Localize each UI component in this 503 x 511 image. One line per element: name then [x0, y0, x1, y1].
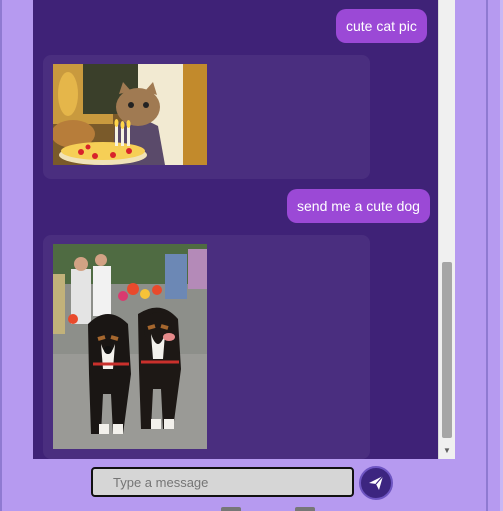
user-message-text: send me a cute dog	[297, 198, 420, 214]
bot-image-card	[43, 55, 370, 179]
cat-image	[53, 64, 207, 165]
cat-photo[interactable]	[53, 64, 207, 165]
scrollbar-thumb[interactable]	[442, 262, 452, 438]
chat-messages-panel[interactable]: cute cat pic send me a cute dog	[33, 0, 438, 459]
dogs-photo[interactable]	[53, 244, 207, 449]
message-input-wrapper	[91, 467, 354, 497]
bot-image-card	[43, 235, 370, 459]
send-button[interactable]	[359, 466, 393, 500]
user-message-text: cute cat pic	[346, 18, 417, 34]
user-message: send me a cute dog	[287, 189, 430, 223]
paper-plane-icon	[369, 475, 384, 490]
chat-scrollbar[interactable]: ▼	[438, 0, 455, 459]
bottom-control-left[interactable]	[221, 507, 241, 511]
scroll-down-arrow-icon[interactable]: ▼	[439, 442, 455, 458]
bottom-control-right[interactable]	[295, 507, 315, 511]
window-edge-right	[486, 0, 488, 511]
window-edge-left	[0, 0, 2, 511]
dogs-image	[53, 244, 207, 449]
message-input[interactable]	[93, 469, 352, 495]
user-message: cute cat pic	[336, 9, 427, 43]
